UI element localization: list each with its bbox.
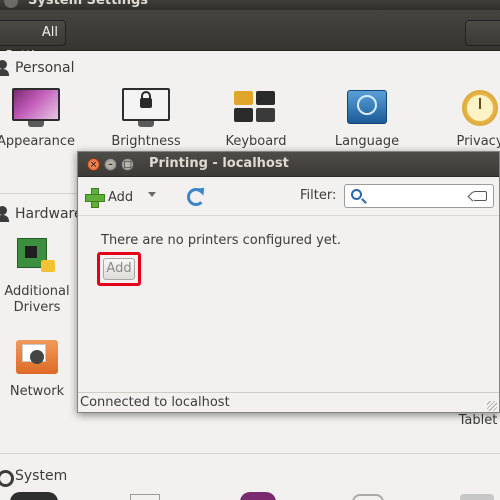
minimize-icon[interactable]: – bbox=[104, 158, 117, 171]
window-control-icon[interactable] bbox=[4, 0, 18, 8]
printing-dialog-title: Printing - localhost bbox=[149, 156, 289, 171]
system-item-icon[interactable] bbox=[460, 494, 494, 500]
maximize-icon[interactable]: □ bbox=[121, 158, 134, 171]
search-icon[interactable] bbox=[351, 189, 362, 200]
main-window-title: System Settings bbox=[28, 0, 149, 8]
chevron-down-icon[interactable] bbox=[148, 192, 156, 197]
system-item-icon[interactable] bbox=[240, 492, 276, 500]
section-system-label: System bbox=[15, 468, 68, 484]
language-icon bbox=[345, 88, 389, 128]
filter-input[interactable] bbox=[367, 187, 467, 205]
system-item-icon[interactable] bbox=[10, 492, 58, 500]
network-label: Network bbox=[9, 384, 65, 399]
settings-item-privacy[interactable]: Privacy bbox=[445, 88, 500, 150]
brightness-lock-icon bbox=[122, 88, 170, 128]
keyboard-icon bbox=[234, 88, 278, 128]
printing-dialog: × – □ Printing - localhost Add Filter: T… bbox=[77, 151, 500, 413]
additional-drivers-label-line2: Drivers bbox=[13, 300, 61, 315]
clear-icon[interactable] bbox=[473, 191, 487, 201]
person-icon bbox=[0, 60, 10, 76]
settings-item-keyboard[interactable]: Keyboard bbox=[216, 88, 296, 150]
status-text: Connected to localhost bbox=[80, 395, 230, 410]
tablet-label: Tablet bbox=[458, 413, 498, 428]
privacy-label: Privacy bbox=[456, 134, 500, 149]
section-system-header: System bbox=[0, 468, 68, 487]
resize-grip-icon[interactable] bbox=[487, 401, 497, 411]
system-item-icon[interactable] bbox=[130, 494, 160, 500]
brightness-label: Brightness bbox=[111, 134, 181, 149]
privacy-icon bbox=[458, 88, 500, 128]
appearance-icon bbox=[12, 88, 60, 128]
toolbar-add-button[interactable]: Add bbox=[85, 186, 133, 208]
highlight-box: Add bbox=[97, 252, 141, 286]
section-personal-label: Personal bbox=[15, 60, 75, 76]
appearance-label: Appearance bbox=[0, 134, 76, 149]
filter-label: Filter: bbox=[300, 188, 337, 203]
settings-item-appearance[interactable]: Appearance bbox=[0, 88, 76, 150]
system-icon bbox=[0, 468, 14, 487]
section-divider-bottom bbox=[0, 453, 500, 454]
no-printers-message: There are no printers configured yet. bbox=[101, 233, 342, 248]
add-printer-button[interactable]: Add bbox=[103, 258, 135, 280]
keyboard-label: Keyboard bbox=[225, 134, 287, 149]
status-bar: Connected to localhost bbox=[78, 392, 499, 413]
section-hardware-label: Hardware bbox=[15, 206, 83, 222]
system-item-icon[interactable] bbox=[352, 494, 384, 500]
toolbar-add-label: Add bbox=[108, 189, 134, 205]
section-personal-header: Personal bbox=[0, 60, 75, 76]
section-hardware-header: Hardware bbox=[0, 206, 83, 222]
additional-drivers-label-line1: Additional bbox=[4, 284, 70, 299]
settings-item-brightness[interactable]: Brightness bbox=[106, 88, 186, 150]
filter-field[interactable] bbox=[344, 184, 494, 208]
main-window-titlebar: System Settings bbox=[0, 0, 500, 10]
plus-icon bbox=[85, 188, 105, 208]
language-label: Language bbox=[334, 134, 400, 149]
all-settings-button[interactable]: All Settings bbox=[0, 20, 66, 64]
network-icon bbox=[14, 338, 60, 378]
search-field-stub[interactable] bbox=[465, 20, 500, 46]
settings-item-tablet[interactable]: Tablet bbox=[452, 413, 500, 429]
settings-item-additional-drivers[interactable]: Additional Drivers bbox=[0, 238, 74, 316]
settings-item-language[interactable]: Language bbox=[327, 88, 407, 150]
close-icon[interactable]: × bbox=[87, 158, 100, 171]
section-divider bbox=[0, 193, 78, 194]
printing-toolbar: Add Filter: bbox=[78, 178, 499, 216]
hardware-icon bbox=[0, 206, 10, 222]
printing-dialog-titlebar: × – □ Printing - localhost bbox=[78, 152, 499, 177]
main-toolbar: All Settings bbox=[0, 10, 500, 64]
settings-item-network[interactable]: Network bbox=[0, 338, 74, 400]
refresh-icon[interactable] bbox=[185, 186, 205, 206]
additional-drivers-icon bbox=[17, 238, 57, 278]
